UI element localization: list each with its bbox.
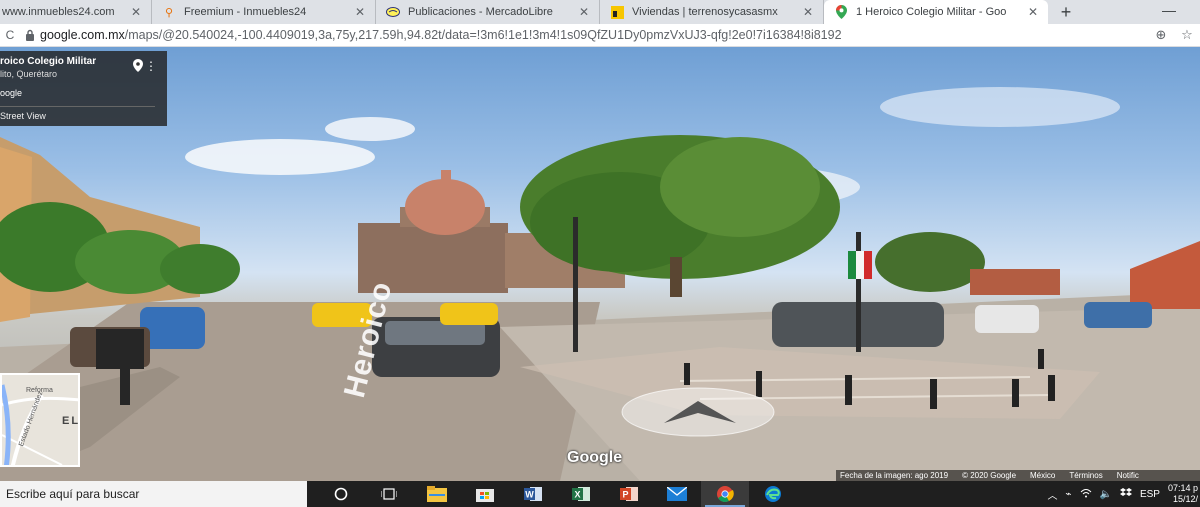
taskbar: Escribe aquí para buscar W X P ︿ ⌁ 🔈 ESP… [0, 481, 1200, 507]
tab-title: 1 Heroico Colegio Militar - Goo [856, 6, 1007, 18]
report-link[interactable]: Notific [1117, 471, 1139, 480]
yellow-square-icon [610, 5, 624, 19]
svg-text:P: P [622, 490, 628, 500]
power-icon[interactable]: ⌁ [1065, 489, 1071, 500]
chrome-icon[interactable] [701, 481, 749, 507]
minimap-label: EL [62, 415, 80, 427]
tab-strip: www.inmuebles24.com ✕ ⚲ Freemium - Inmue… [0, 0, 1200, 24]
excel-icon[interactable]: X [557, 481, 605, 507]
terms-link[interactable]: Términos [1069, 471, 1102, 480]
copyright: © 2020 Google [962, 471, 1017, 480]
address-bar: C google.com.mx/maps/@20.540024,-100.440… [0, 24, 1200, 47]
mail-icon[interactable] [653, 481, 701, 507]
tab-title: Freemium - Inmuebles24 [184, 6, 307, 18]
word-icon[interactable]: W [509, 481, 557, 507]
minimap[interactable]: Reforma Estado Hernández EL [0, 373, 80, 467]
image-date: Fecha de la imagen: ago 2019 [840, 471, 949, 480]
add-icon[interactable]: ⊕ [1148, 27, 1174, 43]
street-view-label: Street View [0, 111, 46, 121]
street-view-panorama[interactable]: Heroico roico Colegio Militar lito, Quer… [0, 47, 1200, 481]
clock[interactable]: 07:14 p 15/12/ [1168, 483, 1198, 505]
tab-google-maps[interactable]: 1 Heroico Colegio Militar - Goo ✕ [824, 0, 1048, 24]
close-icon[interactable]: ✕ [1026, 5, 1040, 19]
handshake-icon [386, 5, 400, 19]
place-info-card: roico Colegio Militar lito, Querétaro oo… [0, 51, 167, 126]
reload-icon[interactable]: C [0, 28, 20, 42]
svg-text:W: W [525, 490, 534, 500]
close-icon[interactable]: ✕ [129, 5, 143, 19]
svg-text:X: X [574, 490, 580, 500]
edge-icon[interactable] [749, 481, 797, 507]
url-host: google.com.mx [40, 28, 125, 42]
divider [0, 106, 155, 107]
more-options-icon[interactable]: ⋮ [145, 59, 157, 73]
tab-title: Viviendas | terrenosycasasmx [632, 6, 778, 18]
tab-title: Publicaciones - MercadoLibre [408, 6, 553, 18]
close-icon[interactable]: ✕ [577, 5, 591, 19]
file-explorer-icon[interactable] [413, 481, 461, 507]
pin-icon: ⚲ [164, 6, 174, 19]
task-view-icon[interactable] [365, 481, 413, 507]
dropbox-icon[interactable] [1119, 487, 1132, 501]
street-scene [0, 87, 1200, 481]
url-field[interactable]: google.com.mx/maps/@20.540024,-100.44090… [40, 28, 1148, 42]
powerpoint-icon[interactable]: P [605, 481, 653, 507]
close-icon[interactable]: ✕ [353, 5, 367, 19]
map-footer: Fecha de la imagen: ago 2019 © 2020 Goog… [836, 470, 1200, 481]
tab-inmuebles24[interactable]: www.inmuebles24.com ✕ [0, 0, 152, 24]
taskbar-search-input[interactable]: Escribe aquí para buscar [0, 481, 307, 507]
new-tab-button[interactable]: + [1052, 0, 1080, 24]
tab-mercadolibre[interactable]: Publicaciones - MercadoLibre ✕ [376, 0, 600, 24]
minimize-icon[interactable]: — [1162, 2, 1176, 18]
wifi-icon[interactable] [1080, 488, 1092, 501]
maps-pin-icon [834, 5, 848, 19]
tab-viviendas[interactable]: Viviendas | terrenosycasasmx ✕ [600, 0, 824, 24]
system-tray: ︿ ⌁ 🔈 ESP 07:14 p 15/12/ [1047, 481, 1200, 507]
volume-icon[interactable]: 🔈 [1100, 489, 1112, 500]
clock-time: 07:14 p [1167, 483, 1198, 493]
google-watermark: Google [567, 449, 623, 466]
provider-label: oogle [0, 88, 23, 98]
chevron-up-icon[interactable]: ︿ [1047, 487, 1057, 502]
url-path: /maps/@20.540024,-100.4409019,3a,75y,217… [124, 28, 842, 42]
tab-title: www.inmuebles24.com [2, 6, 115, 18]
star-icon[interactable]: ☆ [1174, 27, 1200, 43]
lock-icon[interactable] [20, 29, 40, 41]
language-indicator[interactable]: ESP [1140, 489, 1160, 500]
cortana-icon[interactable] [317, 481, 365, 507]
tab-freemium[interactable]: ⚲ Freemium - Inmuebles24 ✕ [152, 0, 376, 24]
navigation-arrow[interactable] [620, 387, 776, 437]
close-icon[interactable]: ✕ [801, 5, 815, 19]
country-link[interactable]: México [1030, 471, 1055, 480]
store-icon[interactable] [461, 481, 509, 507]
clock-date: 15/12/ [1172, 494, 1198, 504]
